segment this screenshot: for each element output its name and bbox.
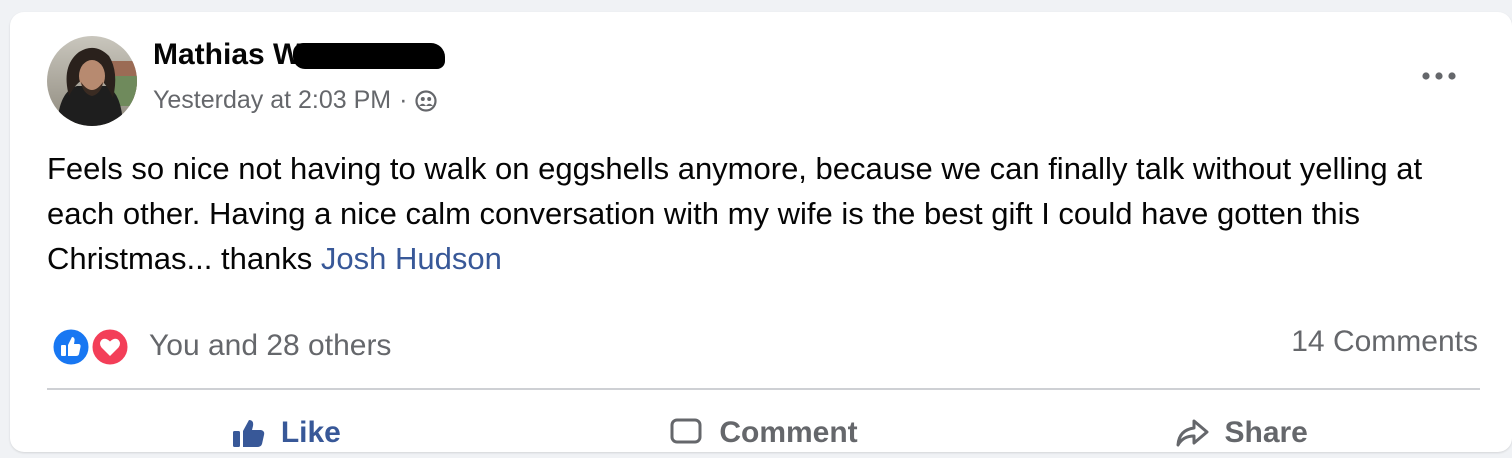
reaction-icons — [50, 326, 131, 368]
post-timestamp[interactable]: Yesterday at 2:03 PM — [153, 86, 391, 115]
mention-link[interactable]: Josh Hudson — [321, 241, 502, 276]
share-button[interactable]: Share — [1002, 408, 1480, 458]
meta-separator: · — [399, 86, 408, 114]
like-label: Like — [280, 416, 341, 449]
action-divider — [47, 388, 1480, 390]
like-button[interactable]: Like — [47, 408, 525, 458]
action-bar: Like Comment Share — [47, 408, 1480, 458]
author-avatar[interactable] — [47, 36, 137, 126]
comment-icon — [670, 418, 702, 444]
reactions-summary[interactable]: You and 28 others — [50, 326, 391, 368]
thumbs-up-icon — [232, 420, 265, 447]
author-name[interactable]: Mathias W — [153, 38, 446, 72]
comment-button[interactable]: Comment — [525, 408, 1003, 458]
share-label: Share — [1224, 416, 1308, 449]
share-icon — [1176, 419, 1209, 447]
post-meta: Yesterday at 2:03 PM · — [153, 86, 438, 115]
author-name-text[interactable]: Mathias W — [153, 38, 301, 72]
post-card: Mathias W Yesterday at 2:03 PM · Feels s… — [10, 12, 1512, 452]
post-text: Feels so nice not having to walk on eggs… — [47, 146, 1487, 281]
like-reaction-icon — [50, 326, 92, 368]
comment-label: Comment — [719, 416, 858, 449]
reactions-count[interactable]: You and 28 others — [149, 329, 391, 363]
love-reaction-icon — [89, 326, 131, 368]
friends-icon[interactable] — [415, 89, 438, 112]
name-redaction — [293, 43, 446, 69]
more-options-icon[interactable] — [1419, 64, 1459, 88]
post-body: Feels so nice not having to walk on eggs… — [47, 151, 1423, 276]
comments-count[interactable]: 14 Comments — [1291, 326, 1478, 358]
